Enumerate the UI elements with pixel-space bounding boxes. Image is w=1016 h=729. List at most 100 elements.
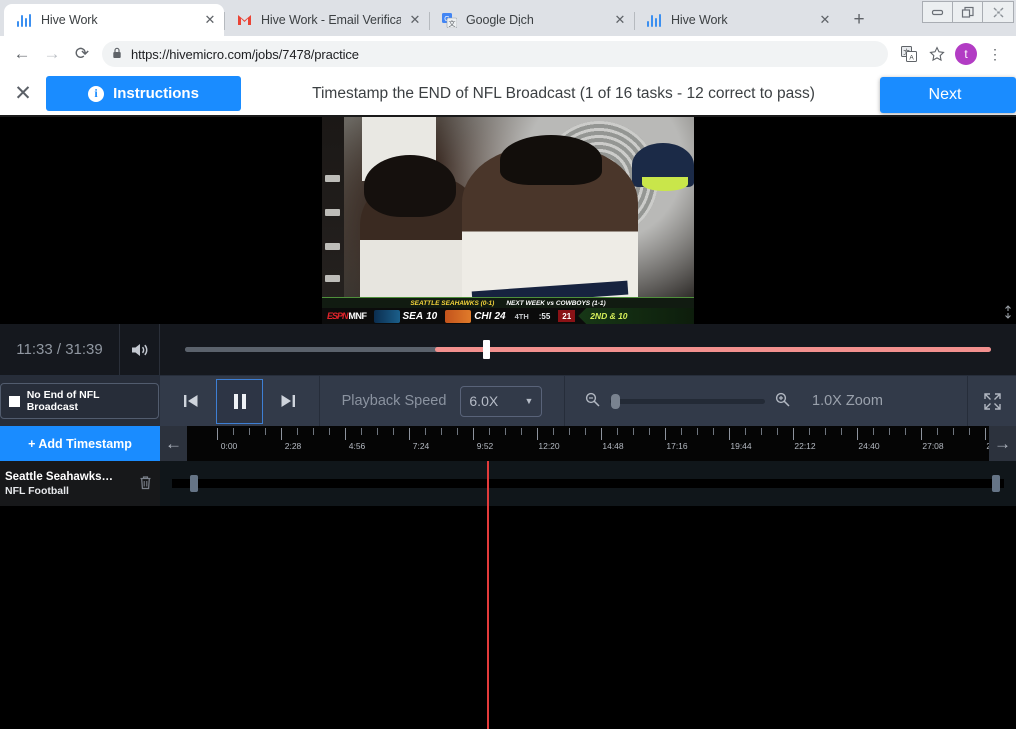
ruler-tick-minor <box>809 428 810 435</box>
ruler-tick-minor <box>761 428 762 435</box>
minimize-icon[interactable] <box>923 2 953 22</box>
tab-strip: Hive Work ✕ Hive Work - Email Verificati… <box>0 0 1016 36</box>
background-rack <box>322 117 344 324</box>
chevron-down-icon: ▼ <box>524 396 533 406</box>
ruler-tick-label: 22:12 <box>794 441 815 451</box>
trash-icon[interactable] <box>139 475 152 493</box>
instructions-button[interactable]: i Instructions <box>46 76 241 111</box>
ruler-tick-minor <box>617 428 618 435</box>
skip-next-icon[interactable] <box>277 390 299 412</box>
tab-title: Hive Work <box>671 13 811 27</box>
profile-avatar[interactable]: t <box>955 43 977 65</box>
home-team-block: CHI 24 <box>441 308 509 324</box>
browser-chrome: Hive Work ✕ Hive Work - Email Verificati… <box>0 0 1016 72</box>
next-button[interactable]: Next <box>880 77 1016 113</box>
time-display: 11:33 / 31:39 <box>0 324 120 375</box>
zoom-slider[interactable] <box>610 399 765 404</box>
ruler-tick-label: 14:48 <box>602 441 623 451</box>
volume-icon[interactable] <box>120 324 160 375</box>
zoom-out-icon[interactable] <box>585 392 600 410</box>
ruler-tick-label: 0:00 <box>221 441 238 451</box>
forward-button[interactable]: → <box>38 40 66 68</box>
ruler-tick-major <box>601 428 602 440</box>
video-player[interactable]: SEATTLE SEAHAWKS (0-1) NEXT WEEK vs COWB… <box>322 117 694 324</box>
timeline-scroll-right-icon[interactable]: → <box>989 426 1016 461</box>
ruler-tick-minor <box>633 428 634 435</box>
task-header: ✕ i Instructions Timestamp the END of NF… <box>0 72 1016 117</box>
tab-close-icon[interactable]: ✕ <box>612 12 628 28</box>
browser-toolbar: ← → ⟳ https://hivemicro.com/jobs/7478/pr… <box>0 36 1016 72</box>
ruler-tick-label: 2:28 <box>285 441 302 451</box>
ruler-tick-minor <box>889 428 890 435</box>
ruler-tick-minor <box>361 428 362 435</box>
football-player-right-hair <box>500 135 602 185</box>
clip-end-handle[interactable] <box>992 475 1000 492</box>
game-clock: :55 <box>534 308 556 324</box>
scoreboard-overlay: SEATTLE SEAHAWKS (0-1) NEXT WEEK vs COWB… <box>322 297 694 324</box>
ruler-tick-minor <box>713 428 714 435</box>
hive-icon <box>16 12 32 28</box>
browser-tab-4[interactable]: Hive Work ✕ <box>634 4 839 36</box>
mnf-label: MNF <box>349 311 367 321</box>
ruler-tick-minor <box>249 428 250 435</box>
new-tab-button[interactable]: + <box>845 6 873 34</box>
close-icon[interactable] <box>983 2 1013 22</box>
browser-menu-icon[interactable]: ⋮ <box>982 41 1008 67</box>
browser-tab-3[interactable]: G 文 Google Dịch ✕ <box>429 4 634 36</box>
ruler-tick-minor <box>697 428 698 435</box>
add-timestamp-button[interactable]: + Add Timestamp <box>0 426 160 461</box>
timeline-playhead[interactable] <box>487 461 489 729</box>
star-icon[interactable] <box>924 41 950 67</box>
translate-icon[interactable]: 文 A <box>896 41 922 67</box>
browser-tab-2[interactable]: Hive Work - Email Verificati ✕ <box>224 4 429 36</box>
timeline-ruler[interactable]: 0:002:284:567:249:5212:2014:4817:1619:44… <box>187 426 989 461</box>
window-controls <box>922 1 1014 23</box>
no-end-cell: No End of NFL Broadcast <box>0 376 160 426</box>
back-button[interactable]: ← <box>8 40 36 68</box>
ruler-tick-minor <box>585 428 586 435</box>
tab-title: Hive Work <box>41 13 196 27</box>
ruler-tick-major <box>665 428 666 440</box>
seek-track[interactable] <box>185 347 991 352</box>
ruler-tick-major <box>217 428 218 440</box>
timeline-scroll-left-icon[interactable]: ← <box>160 426 187 461</box>
tab-close-icon[interactable]: ✕ <box>407 12 423 28</box>
seek-handle[interactable] <box>483 340 490 359</box>
reload-button[interactable]: ⟳ <box>68 40 96 68</box>
zoom-in-icon[interactable] <box>775 392 790 410</box>
ruler-tick-minor <box>649 428 650 435</box>
ruler-tick-minor <box>841 428 842 435</box>
clip-start-handle[interactable] <box>190 475 198 492</box>
pause-button[interactable] <box>216 379 263 424</box>
ruler-tick-minor <box>505 428 506 435</box>
ruler-tick-label: 12:20 <box>538 441 559 451</box>
no-end-checkbox[interactable]: No End of NFL Broadcast <box>0 383 159 419</box>
ruler-tick-label: 17:16 <box>666 441 687 451</box>
football-player-left-hair <box>364 155 456 217</box>
timeline-row-label[interactable]: Seattle Seahawks… NFL Football <box>0 461 160 506</box>
tab-close-icon[interactable]: ✕ <box>817 12 833 28</box>
tab-title: Google Dịch <box>466 13 606 27</box>
fullscreen-button[interactable] <box>968 376 1016 426</box>
zoom-slider-handle[interactable] <box>611 394 620 409</box>
ruler-tick-minor <box>441 428 442 435</box>
ruler-tick-major <box>345 428 346 440</box>
playback-speed-select[interactable]: 6.0X ▼ <box>460 386 542 417</box>
scoreboard-next-week: NEXT WEEK vs COWBOYS (1-1) <box>506 300 605 307</box>
address-bar[interactable]: https://hivemicro.com/jobs/7478/practice <box>102 41 888 67</box>
restore-icon[interactable] <box>953 2 983 22</box>
ruler-tick-minor <box>953 428 954 435</box>
skip-previous-icon[interactable] <box>180 390 202 412</box>
ruler-tick-minor <box>329 428 330 435</box>
checkbox-icon[interactable] <box>9 396 20 407</box>
expand-handle-icon[interactable] <box>1002 305 1014 322</box>
timeline-clip[interactable] <box>172 479 1004 488</box>
timeline-empty-area <box>0 506 1016 729</box>
seek-bar[interactable] <box>160 324 1016 375</box>
browser-tab-1[interactable]: Hive Work ✕ <box>4 4 224 36</box>
video-stage: SEATTLE SEAHAWKS (0-1) NEXT WEEK vs COWB… <box>0 117 1016 324</box>
close-task-button[interactable]: ✕ <box>0 71 46 116</box>
tab-close-icon[interactable]: ✕ <box>202 12 218 28</box>
timeline-track[interactable] <box>160 461 1016 506</box>
zoom-cell: 1.0X Zoom <box>565 376 968 426</box>
